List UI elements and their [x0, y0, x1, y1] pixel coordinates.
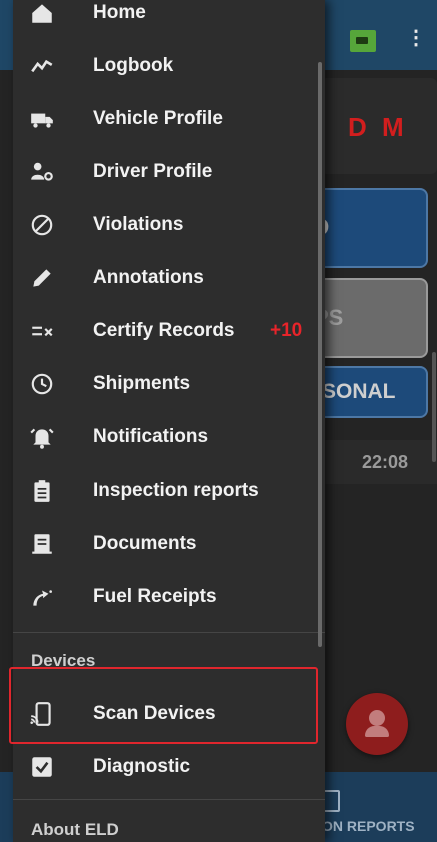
menu-item-label: Certify Records: [93, 320, 235, 341]
menu-item-driver-profile[interactable]: Driver Profile: [13, 147, 325, 197]
menu-item-inspection-reports[interactable]: Inspection reports: [13, 466, 325, 516]
inspection-reports-tab-label[interactable]: ON REPORTS: [322, 818, 415, 834]
menu-item-fuel-receipts[interactable]: Fuel Receipts: [13, 572, 325, 622]
home-icon: [29, 0, 55, 26]
personal-conveyance-label: SONAL: [322, 380, 396, 403]
truck-icon: [29, 106, 55, 132]
current-time: 22:08: [362, 452, 409, 472]
menu-item-notifications[interactable]: Notifications: [13, 412, 325, 462]
menu-item-shipments[interactable]: Shipments: [13, 359, 325, 409]
clock-icon: [29, 371, 55, 397]
menu-item-documents[interactable]: Documents: [13, 519, 325, 569]
menu-item-annotations[interactable]: Annotations: [13, 253, 325, 303]
personal-conveyance-button[interactable]: SONAL: [310, 366, 428, 418]
menu-item-label: Driver Profile: [93, 161, 213, 182]
driver-fab-button[interactable]: [346, 693, 408, 755]
menu-item-home[interactable]: Home: [13, 0, 325, 38]
person-icon: [365, 710, 389, 737]
sleeper-status-button[interactable]: PS: [310, 278, 428, 358]
eld-connection-icon[interactable]: [350, 30, 376, 52]
menu-item-label: Vehicle Profile: [93, 108, 223, 129]
bell-icon: [29, 424, 55, 450]
certify-count-badge: +10: [270, 320, 303, 341]
menu-item-diagnostic[interactable]: Diagnostic: [13, 742, 325, 792]
menu-item-certify-records[interactable]: Certify Records +10: [13, 306, 325, 356]
menu-item-label: Documents: [93, 533, 197, 554]
menu-item-label: Shipments: [93, 373, 191, 394]
content-scrollbar[interactable]: [432, 352, 436, 462]
menu-item-label: Annotations: [93, 267, 204, 288]
more-options-icon[interactable]: ⋮: [406, 28, 426, 48]
menu-item-violations[interactable]: Violations: [13, 200, 325, 250]
scan-devices-highlight: [9, 667, 318, 744]
about-section-title: About ELD: [31, 820, 119, 839]
menu-item-label: Notifications: [93, 426, 209, 447]
menu-item-label: Logbook: [93, 55, 174, 76]
section-divider: [13, 799, 325, 800]
pencil-icon: [29, 265, 55, 291]
menu-item-vehicle-profile[interactable]: Vehicle Profile: [13, 94, 325, 144]
menu-item-label: Inspection reports: [93, 480, 259, 501]
driver-icon: [29, 159, 55, 185]
document-icon: [29, 531, 55, 557]
status-initials: D M: [348, 112, 408, 142]
trend-icon: [29, 53, 55, 79]
certify-icon: [29, 318, 55, 344]
menu-item-label: Violations: [93, 214, 184, 235]
checkbox-icon: [29, 754, 55, 780]
clipboard-icon: [29, 478, 55, 504]
menu-item-logbook[interactable]: Logbook: [13, 41, 325, 91]
driving-status-button[interactable]: D: [310, 188, 428, 268]
menu-item-label: Home: [93, 2, 146, 23]
fuel-icon: [29, 584, 55, 610]
block-icon: [29, 212, 55, 238]
menu-item-label: Diagnostic: [93, 756, 191, 777]
section-divider: [13, 632, 325, 633]
menu-item-label: Fuel Receipts: [93, 586, 217, 607]
drawer-scrollbar[interactable]: [318, 62, 322, 647]
